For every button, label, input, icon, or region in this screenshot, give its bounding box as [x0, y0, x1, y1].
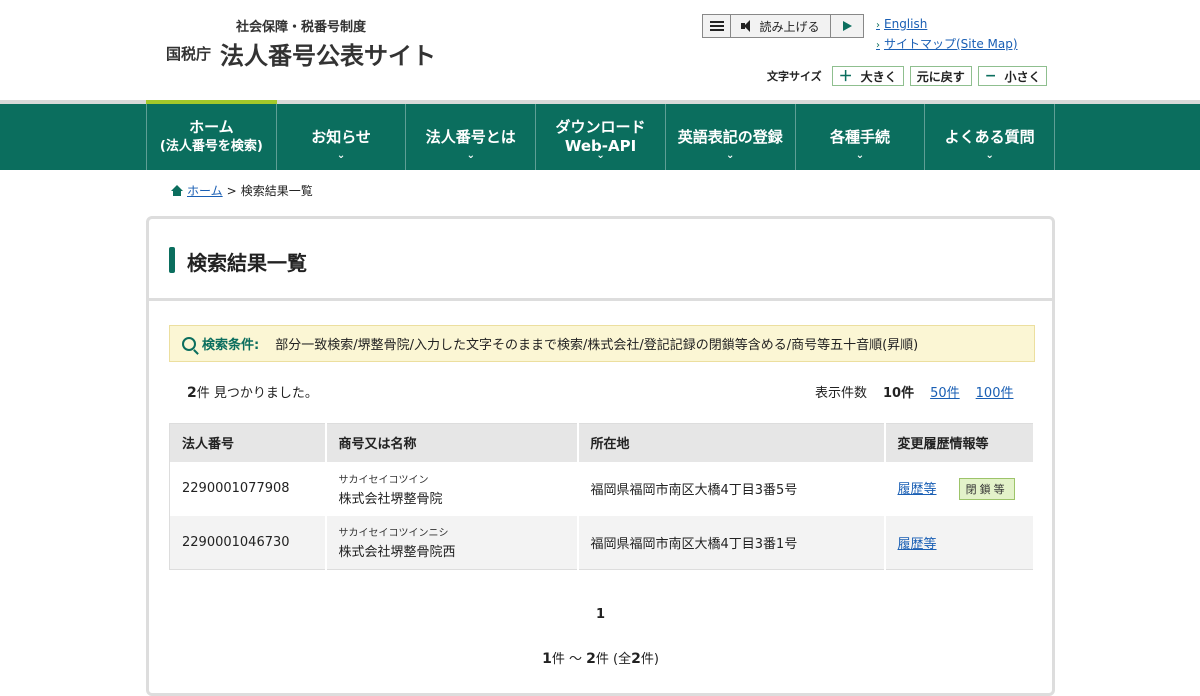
- table-header-row: 法人番号 商号又は名称 所在地 変更履歴情報等: [169, 423, 1035, 462]
- read-aloud-toolbar: 読み上げる: [702, 14, 864, 38]
- play-button[interactable]: [831, 15, 863, 37]
- search-conditions-text: 部分一致検索/堺整骨院/入力した文字そのままで検索/株式会社/登記記録の閉鎖等含…: [275, 338, 919, 353]
- sitemap-link[interactable]: › サイトマップ(Site Map): [876, 35, 1018, 55]
- history-link[interactable]: 履歴等: [898, 482, 937, 497]
- result-count: 2件 見つかりました。: [187, 385, 318, 401]
- results-table: 法人番号 商号又は名称 所在地 変更履歴情報等 2290001077908 サカ…: [169, 423, 1035, 570]
- search-conditions: 検索条件: 部分一致検索/堺整骨院/入力した文字そのままで検索/株式会社/登記記…: [169, 325, 1035, 362]
- english-link[interactable]: › English: [876, 15, 1018, 35]
- chevron-down-icon: ⌄: [336, 150, 346, 161]
- company-name-cell: サカイセイコツインニシ 株式会社堺整骨院西: [325, 515, 579, 570]
- per-page-current: 10件: [883, 386, 915, 401]
- title-accent-bar: [169, 247, 175, 273]
- nav-item-download[interactable]: ダウンロード Web-API ⌄: [535, 104, 665, 170]
- search-icon: [182, 336, 196, 351]
- company-name: 株式会社堺整骨院西: [338, 545, 456, 561]
- results-panel: 検索結果一覧 検索条件: 部分一致検索/堺整骨院/入力した文字そのままで検索/株…: [146, 216, 1055, 696]
- global-nav: ホーム (法人番号を検索) お知らせ ⌄ 法人番号とは ⌄ ダウンロード Web…: [146, 104, 1056, 170]
- per-page-100-link[interactable]: 100件: [976, 382, 1014, 401]
- read-aloud-label: 読み上げる: [759, 19, 820, 34]
- per-page-label: 表示件数: [815, 386, 868, 401]
- search-conditions-label: 検索条件:: [202, 338, 260, 353]
- chevron-right-icon: ›: [876, 40, 880, 51]
- logo-agency: 国税庁: [166, 45, 212, 63]
- corporate-number: 2290001046730: [169, 515, 327, 570]
- per-page-50-link[interactable]: 50件: [930, 382, 960, 401]
- breadcrumb: ホーム > 検索結果一覧: [170, 182, 313, 199]
- panel-header: 検索結果一覧: [149, 219, 1052, 301]
- page-title: 検索結果一覧: [187, 251, 307, 275]
- chevron-down-icon: ⌄: [466, 150, 475, 161]
- closed-badge: 閉鎖等: [958, 477, 1015, 500]
- home-icon: [170, 184, 183, 197]
- plus-icon: ＋: [838, 69, 853, 85]
- history-cell: 履歴等: [884, 515, 1035, 570]
- menu-icon[interactable]: [703, 15, 731, 37]
- chevron-down-icon: ⌄: [985, 150, 994, 161]
- nav-item-faq[interactable]: よくある質問 ⌄: [924, 104, 1056, 170]
- font-larger-button[interactable]: ＋ 大きく: [831, 66, 904, 86]
- chevron-down-icon: ⌄: [726, 150, 735, 161]
- nav-item-home[interactable]: ホーム (法人番号を検索): [146, 104, 276, 170]
- minus-icon: −: [984, 68, 997, 84]
- read-aloud-button[interactable]: 読み上げる: [731, 15, 831, 37]
- company-kana: サカイセイコツインニシ: [338, 528, 449, 540]
- font-size-label: 文字サイズ: [767, 70, 822, 83]
- font-size-controls: 文字サイズ ＋ 大きく 元に戻す − 小さく: [767, 66, 1048, 86]
- nav-item-procedures[interactable]: 各種手続 ⌄: [794, 104, 925, 170]
- nav-item-about[interactable]: 法人番号とは ⌄: [405, 104, 535, 170]
- column-header-name: 商号又は名称: [325, 423, 579, 462]
- site-header: 社会保障・税番号制度 国税庁 法人番号公表サイト 読み上げる › English …: [0, 0, 1200, 100]
- company-address: 福岡県福岡市南区大橋4丁目3番1号: [577, 515, 886, 570]
- per-page-selector: 表示件数 10件 50件 100件: [815, 382, 1013, 401]
- company-name: 株式会社堺整骨院: [338, 491, 443, 507]
- play-icon: [842, 21, 852, 31]
- font-smaller-button[interactable]: − 小さく: [977, 66, 1048, 86]
- logo-title: 法人番号公表サイト: [220, 42, 436, 70]
- corporate-number: 2290001077908: [169, 461, 327, 516]
- nav-item-english[interactable]: 英語表記の登録 ⌄: [664, 104, 795, 170]
- breadcrumb-home-link[interactable]: ホーム: [187, 182, 223, 199]
- company-address: 福岡県福岡市南区大橋4丁目3番5号: [577, 461, 886, 516]
- pagination: 1: [149, 607, 1052, 622]
- chevron-right-icon: ›: [876, 20, 880, 31]
- result-range: 1件 〜 2件 (全2件): [542, 651, 659, 667]
- history-link[interactable]: 履歴等: [898, 537, 937, 552]
- breadcrumb-current: 検索結果一覧: [240, 184, 313, 198]
- company-kana: サカイセイコツイン: [338, 474, 429, 486]
- company-name-cell: サカイセイコツイン 株式会社堺整骨院: [325, 461, 579, 516]
- column-header-history: 変更履歴情報等: [884, 423, 1035, 462]
- breadcrumb-separator: >: [226, 183, 237, 198]
- chevron-down-icon: ⌄: [855, 150, 865, 161]
- current-page: 1: [595, 607, 606, 622]
- nav-item-news[interactable]: お知らせ ⌄: [275, 104, 406, 170]
- result-count-number: 2: [187, 385, 197, 401]
- column-header-address: 所在地: [577, 423, 886, 462]
- logo-subtitle: 社会保障・税番号制度: [236, 20, 367, 35]
- history-cell: 履歴等 閉鎖等: [884, 461, 1035, 516]
- column-header-number: 法人番号: [169, 423, 327, 462]
- table-row: 2290001077908 サカイセイコツイン 株式会社堺整骨院 福岡県福岡市南…: [169, 461, 1035, 516]
- chevron-down-icon: ⌄: [596, 150, 605, 161]
- top-links: › English › サイトマップ(Site Map): [876, 15, 1018, 55]
- font-reset-button[interactable]: 元に戻す: [909, 66, 972, 86]
- table-row: 2290001046730 サカイセイコツインニシ 株式会社堺整骨院西 福岡県福…: [169, 515, 1035, 570]
- speaker-icon: [741, 20, 755, 32]
